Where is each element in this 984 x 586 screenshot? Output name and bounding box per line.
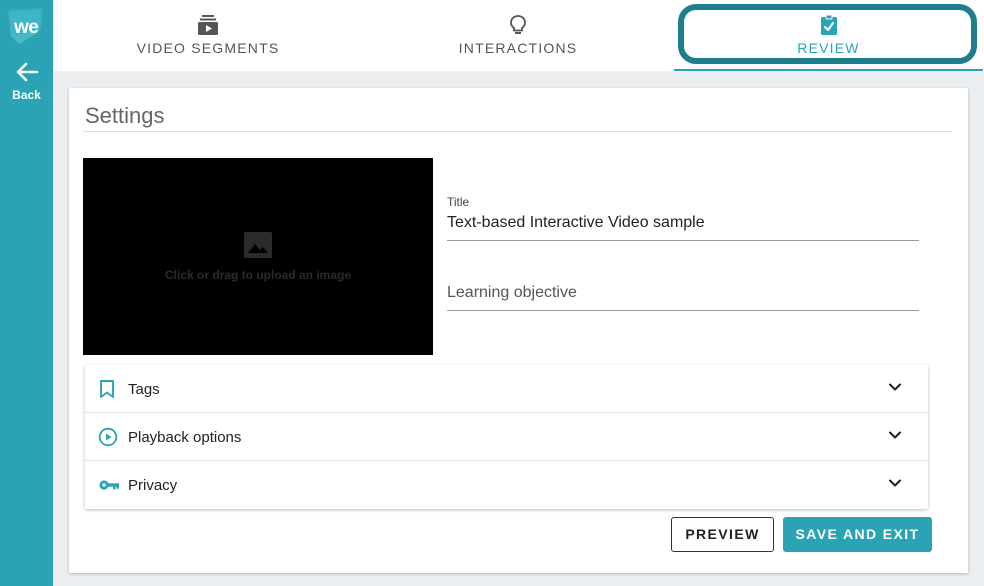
tab-label: REVIEW xyxy=(797,40,860,56)
top-tab-bar: VIDEO SEGMENTS INTERACTIONS REVIEW xyxy=(53,0,984,71)
key-icon xyxy=(99,480,119,490)
settings-accordion: Tags Playback options Privacy xyxy=(85,365,928,509)
settings-card: Settings Click or drag to upload an imag… xyxy=(69,88,968,573)
app-logo[interactable]: we xyxy=(5,6,45,46)
image-icon xyxy=(244,232,272,258)
accordion-privacy[interactable]: Privacy xyxy=(85,461,928,509)
tab-video-segments[interactable]: VIDEO SEGMENTS xyxy=(113,0,303,71)
learning-objective-placeholder: Learning objective xyxy=(447,284,577,301)
title-divider xyxy=(83,131,952,132)
preview-button[interactable]: PREVIEW xyxy=(671,517,774,552)
save-and-exit-button[interactable]: SAVE AND EXIT xyxy=(783,517,932,552)
play-circle-icon xyxy=(98,427,118,447)
accordion-playback-options[interactable]: Playback options xyxy=(85,413,928,461)
title-field[interactable]: Title Text-based Interactive Video sampl… xyxy=(447,195,919,241)
back-label: Back xyxy=(12,88,41,102)
page-title: Settings xyxy=(85,103,165,128)
tab-label: INTERACTIONS xyxy=(458,40,578,56)
clipboard-check-icon xyxy=(820,14,837,35)
tab-label: VIDEO SEGMENTS xyxy=(136,40,280,56)
tab-review[interactable]: REVIEW xyxy=(674,0,983,71)
accordion-label: Playback options xyxy=(128,429,242,446)
chevron-down-icon xyxy=(889,431,901,439)
bookmark-icon xyxy=(100,380,114,398)
title-label: Title xyxy=(447,195,470,209)
tab-interactions[interactable]: INTERACTIONS xyxy=(423,0,613,71)
image-upload-area[interactable]: Click or drag to upload an image xyxy=(83,158,433,355)
arrow-left-icon xyxy=(16,62,38,82)
video-stack-icon xyxy=(198,15,218,35)
title-value[interactable]: Text-based Interactive Video sample xyxy=(447,214,919,232)
lightbulb-icon xyxy=(510,15,526,34)
logo-text: we xyxy=(14,17,39,38)
accordion-tags[interactable]: Tags xyxy=(85,365,928,413)
active-tab-underline xyxy=(674,69,983,71)
upload-hint: Click or drag to upload an image xyxy=(164,268,352,282)
back-button[interactable]: Back xyxy=(0,62,53,102)
chevron-down-icon xyxy=(889,479,901,487)
accordion-label: Privacy xyxy=(128,477,178,494)
accordion-label: Tags xyxy=(128,381,160,398)
learning-objective-field[interactable]: Learning objective xyxy=(447,284,919,311)
chevron-down-icon xyxy=(889,383,901,391)
sidebar: we Back xyxy=(0,0,53,586)
